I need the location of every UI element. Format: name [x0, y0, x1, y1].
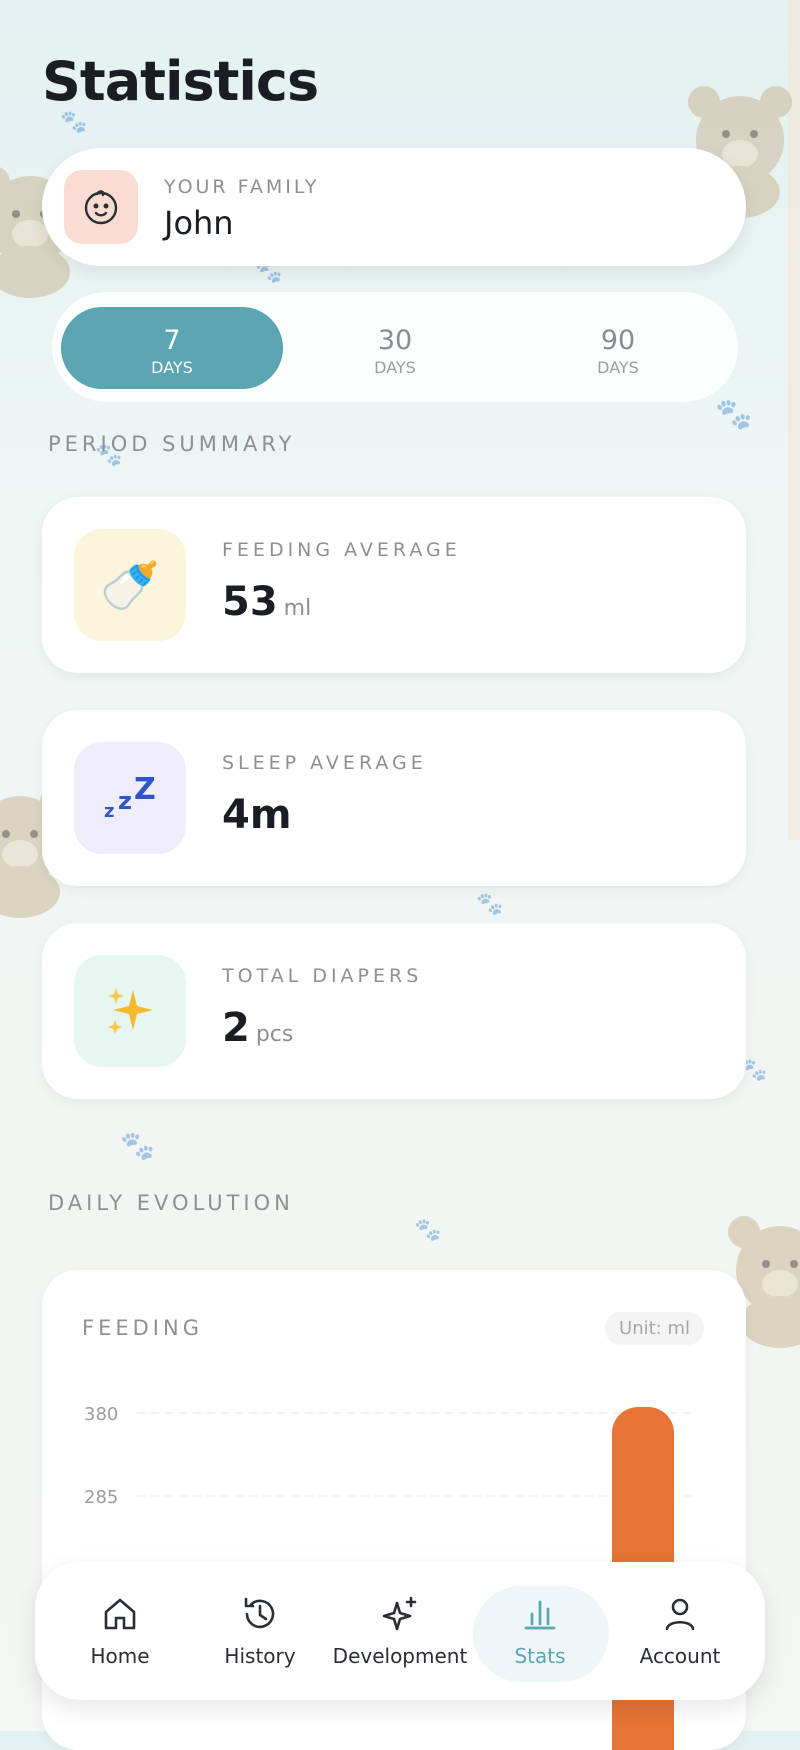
nav-label: Stats — [514, 1644, 566, 1668]
paw-print-decoration: 🐾 — [60, 110, 88, 135]
feeding-average-card: 🍼 FEEDING AVERAGE 53 ml — [42, 497, 746, 673]
svg-text:Z: Z — [134, 773, 156, 807]
baby-bottle-icon: 🍼 — [74, 529, 186, 641]
paw-print-decoration: 🐾 — [120, 1129, 155, 1162]
family-selector[interactable]: YOUR FAMILY John — [42, 148, 746, 266]
stat-label: SLEEP AVERAGE — [222, 752, 427, 774]
tab-value: 30 — [377, 325, 413, 356]
user-icon — [665, 1598, 695, 1631]
tab-unit: DAYS — [597, 358, 639, 377]
stat-value: 2 pcs — [222, 1005, 293, 1051]
tab-7-days[interactable]: 7 DAYS — [61, 307, 283, 389]
zzz-icon: z z Z — [74, 742, 186, 854]
home-icon — [104, 1598, 136, 1630]
nav-label: Development — [332, 1644, 468, 1668]
chart-unit-badge: Unit: ml — [605, 1312, 704, 1345]
stat-number: 53 — [222, 579, 278, 625]
nav-label: Account — [639, 1644, 721, 1668]
stat-unit: ml — [283, 596, 312, 621]
y-tick-label: 285 — [84, 1487, 118, 1508]
sparkle-development-icon — [382, 1596, 417, 1631]
stat-unit: pcs — [255, 1022, 294, 1047]
nav-home[interactable]: Home — [45, 1572, 195, 1690]
stat-number: 2 — [222, 1005, 250, 1051]
tab-unit: DAYS — [151, 358, 193, 377]
paw-print-decoration: 🐾 — [715, 397, 753, 432]
svg-text:z: z — [104, 801, 114, 822]
total-diapers-card: TOTAL DIAPERS 2 pcs — [42, 923, 746, 1099]
sleep-average-card: z z Z SLEEP AVERAGE 4m — [42, 710, 746, 886]
stat-value: 4m — [222, 792, 292, 838]
period-summary-heading: PERIOD SUMMARY — [48, 432, 296, 456]
tab-unit: DAYS — [374, 358, 416, 377]
stat-value: 53 ml — [222, 579, 311, 625]
nav-account[interactable]: Account — [605, 1572, 755, 1690]
paw-print-decoration: 🐾 — [414, 1218, 442, 1243]
sparkles-icon — [74, 955, 186, 1067]
nav-stats[interactable]: Stats — [465, 1572, 615, 1690]
tab-90-days[interactable]: 90 DAYS — [507, 307, 729, 389]
nav-development[interactable]: Development — [325, 1572, 475, 1690]
y-tick-label: 380 — [84, 1404, 118, 1425]
history-icon — [244, 1597, 275, 1629]
nav-history[interactable]: History — [185, 1572, 335, 1690]
paw-print-decoration: 🐾 — [476, 892, 504, 917]
svg-text:z: z — [118, 787, 132, 815]
tab-30-days[interactable]: 30 DAYS — [284, 307, 506, 389]
period-selector: 7 DAYS 30 DAYS 90 DAYS — [52, 292, 738, 402]
nav-label: Home — [90, 1644, 150, 1668]
family-label: YOUR FAMILY — [164, 176, 320, 198]
stat-label: TOTAL DIAPERS — [222, 965, 423, 987]
daily-evolution-heading: DAILY EVOLUTION — [48, 1191, 294, 1215]
nav-label: History — [224, 1644, 296, 1668]
stat-label: FEEDING AVERAGE — [222, 539, 461, 561]
tab-value: 90 — [600, 325, 636, 356]
bottom-navigation: Home History Development Stats Account — [35, 1562, 765, 1700]
baby-face-icon — [64, 170, 138, 244]
chart-title: FEEDING — [82, 1316, 203, 1340]
stat-number: 4m — [222, 792, 292, 838]
bar-chart-icon — [524, 1600, 556, 1630]
tab-value: 7 — [163, 325, 181, 356]
family-name: John — [164, 204, 234, 242]
page-title: Statistics — [42, 50, 319, 113]
